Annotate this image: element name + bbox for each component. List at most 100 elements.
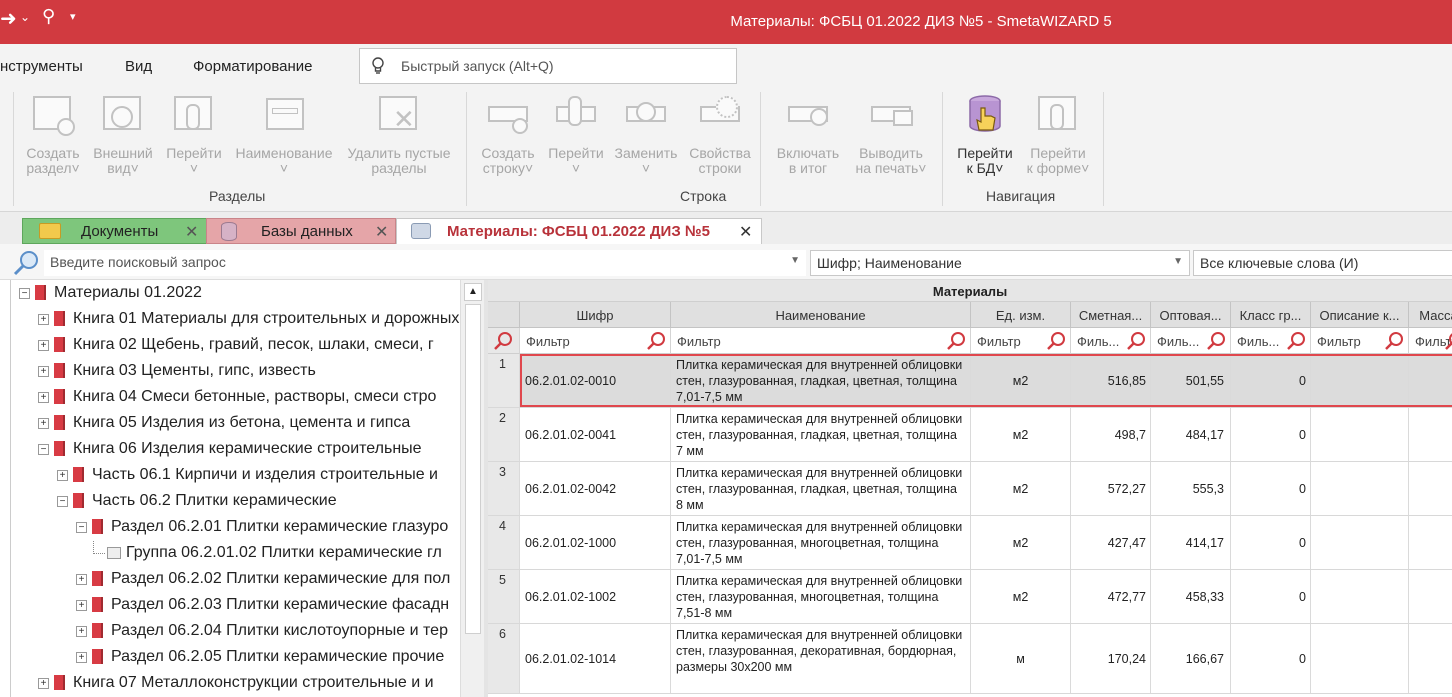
collapse-icon[interactable]: − [76,522,87,533]
name-cell: Плитка керамическая для внутренней облиц… [671,570,971,623]
table-row[interactable]: 3 06.2.01.02-0042 Плитка керамическая для … [488,462,1452,516]
search-icon[interactable] [12,250,40,276]
scroll-up-button[interactable]: ▲ [464,283,482,301]
filter-search-icon[interactable] [1046,331,1066,351]
code-cell: 06.2.01.02-0010 [520,354,671,407]
row-properties-button[interactable]: Свойства строки [685,92,755,176]
column-header[interactable]: Наименование [671,302,971,328]
search-input[interactable]: Введите поисковый запрос ▼ [44,250,806,276]
ribbon: Создать раздел˅ Внешний вид˅ Перейти ˅ Н… [0,88,1452,212]
dropdown-arrow-icon[interactable]: ▼ [790,255,800,266]
column-header[interactable]: Описание к... [1311,302,1409,328]
print-output-button[interactable]: Выводить на печать˅ [848,92,934,176]
delete-empty-sections-button[interactable]: ✕ Удалить пустые разделы [342,92,456,176]
column-header[interactable]: Класс гр... [1231,302,1311,328]
menu-tools[interactable]: нструменты [0,58,83,75]
form-hand-icon [1036,92,1080,136]
replace-icon [624,92,668,136]
column-filter-input[interactable]: Филь... [1071,328,1151,354]
scroll-thumb[interactable] [465,304,481,634]
tab-databases[interactable]: Базы данных ✕ [206,218,396,244]
quick-launch-input[interactable]: Быстрый запуск (Alt+Q) [359,48,737,84]
tab-materials[interactable]: Материалы: ФСБЦ 01.2022 ДИЗ №5 ✕ [396,218,762,244]
column-filter-input[interactable]: Филь... [1231,328,1311,354]
goto-section-button[interactable]: Перейти ˅ [162,92,226,176]
column-filter-input[interactable]: Фильтр [1311,328,1409,354]
column-filter-input[interactable]: Фильт [1409,328,1452,354]
column-filter-input[interactable]: Фильтр [671,328,971,354]
search-fields-select[interactable]: Шифр; Наименование ▼ [810,250,1190,276]
filter-search-icon[interactable] [1286,331,1306,351]
table-row[interactable]: 1 06.2.01.02-0010 Плитка керамическая для … [488,354,1452,408]
menu-format[interactable]: Форматирование [193,58,313,75]
close-icon[interactable]: ✕ [185,222,198,242]
column-header[interactable]: Масса [1409,302,1452,328]
row-number-text: 3 [499,465,506,479]
expand-icon[interactable]: + [38,418,49,429]
column-header[interactable]: Сметная... [1071,302,1151,328]
column-filter-input[interactable]: Фильтр [520,328,671,354]
tree-node-label: Раздел 06.2.02 Плитки керамические для п… [111,570,451,587]
column-filter-input[interactable]: Филь... [1151,328,1231,354]
filter-search-icon[interactable] [1126,331,1146,351]
table-row[interactable]: 2 06.2.01.02-0041 Плитка керамическая для … [488,408,1452,462]
expand-icon[interactable]: + [38,366,49,377]
expand-icon[interactable]: + [38,340,49,351]
column-filter-input[interactable]: Фильтр [971,328,1071,354]
code-cell: 06.2.01.02-0041 [520,408,671,461]
goto-database-button[interactable]: Перейти к БД˅ [952,92,1018,176]
collapse-icon[interactable]: − [19,288,30,299]
table-row[interactable]: 4 06.2.01.02-1000 Плитка керамическая для … [488,516,1452,570]
close-icon[interactable]: ✕ [739,222,752,242]
filter-search-icon[interactable] [1206,331,1226,351]
unit-cell-text: м2 [1012,481,1029,496]
filter-search-icon[interactable] [1384,331,1404,351]
goto-row-button[interactable]: Перейти ˅ [544,92,608,176]
name-button[interactable]: Наименование ˅ [229,92,339,176]
column-header[interactable]: Оптовая... [1151,302,1231,328]
include-in-total-button[interactable]: Включать в итог [770,92,846,176]
wholesale-price-cell-text: 166,67 [1185,651,1224,666]
replace-button[interactable]: Заменить ˅ [611,92,681,176]
group-icon [107,547,121,559]
book-icon [54,311,65,326]
code-cell-text: 06.2.01.02-1014 [525,651,617,666]
expand-icon[interactable]: + [38,392,49,403]
tree-node-label: Книга 07 Металлоконструкции строительные… [73,674,434,691]
collapse-icon[interactable]: − [57,496,68,507]
filter-placeholder: Фильтр [1317,334,1361,349]
column-header[interactable]: Шифр [520,302,671,328]
tree-node-label: Группа 06.2.01.02 Плитки керамические гл [126,544,442,561]
search-mode-select[interactable]: Все ключевые слова (И) [1193,250,1452,276]
materials-tree[interactable]: − Материалы 01.2022 + Книга 01 Материалы дл… [10,280,484,697]
filter-search-icon[interactable] [646,331,666,351]
description-cell [1311,570,1409,623]
table-row[interactable]: 5 06.2.01.02-1002 Плитка керамическая для … [488,570,1452,624]
expand-icon[interactable]: + [76,600,87,611]
filter-row-icon[interactable] [488,328,520,354]
menu-view[interactable]: Вид [125,58,152,75]
filter-search-icon[interactable] [1444,331,1452,351]
expand-icon[interactable]: + [38,678,49,689]
mass-cell [1409,408,1452,461]
create-section-button[interactable]: Создать раздел˅ [22,92,84,176]
create-row-button[interactable]: Создать строку˅ [477,92,539,176]
filter-search-icon[interactable] [946,331,966,351]
tab-documents[interactable]: Документы ✕ [22,218,208,244]
expand-icon[interactable]: + [57,470,68,481]
expand-icon[interactable]: + [76,574,87,585]
expand-icon[interactable]: + [38,314,49,325]
code-cell-text: 06.2.01.02-0042 [525,481,617,496]
tree-scrollbar[interactable]: ▲ [460,280,484,697]
collapse-icon[interactable]: − [38,444,49,455]
table-row[interactable]: 6 06.2.01.02-1014 Плитка керамическая для … [488,624,1452,694]
expand-icon[interactable]: + [76,626,87,637]
table-delete-icon: ✕ [377,92,421,136]
goto-form-button[interactable]: Перейти к форме˅ [1020,92,1096,176]
external-view-button[interactable]: Внешний вид˅ [88,92,158,176]
expand-icon[interactable]: + [76,652,87,663]
wholesale-price-cell-text: 414,17 [1185,535,1224,550]
column-header[interactable]: Ед. изм. [971,302,1071,328]
close-icon[interactable]: ✕ [375,222,388,242]
dropdown-arrow-icon[interactable]: ▼ [1173,256,1183,267]
